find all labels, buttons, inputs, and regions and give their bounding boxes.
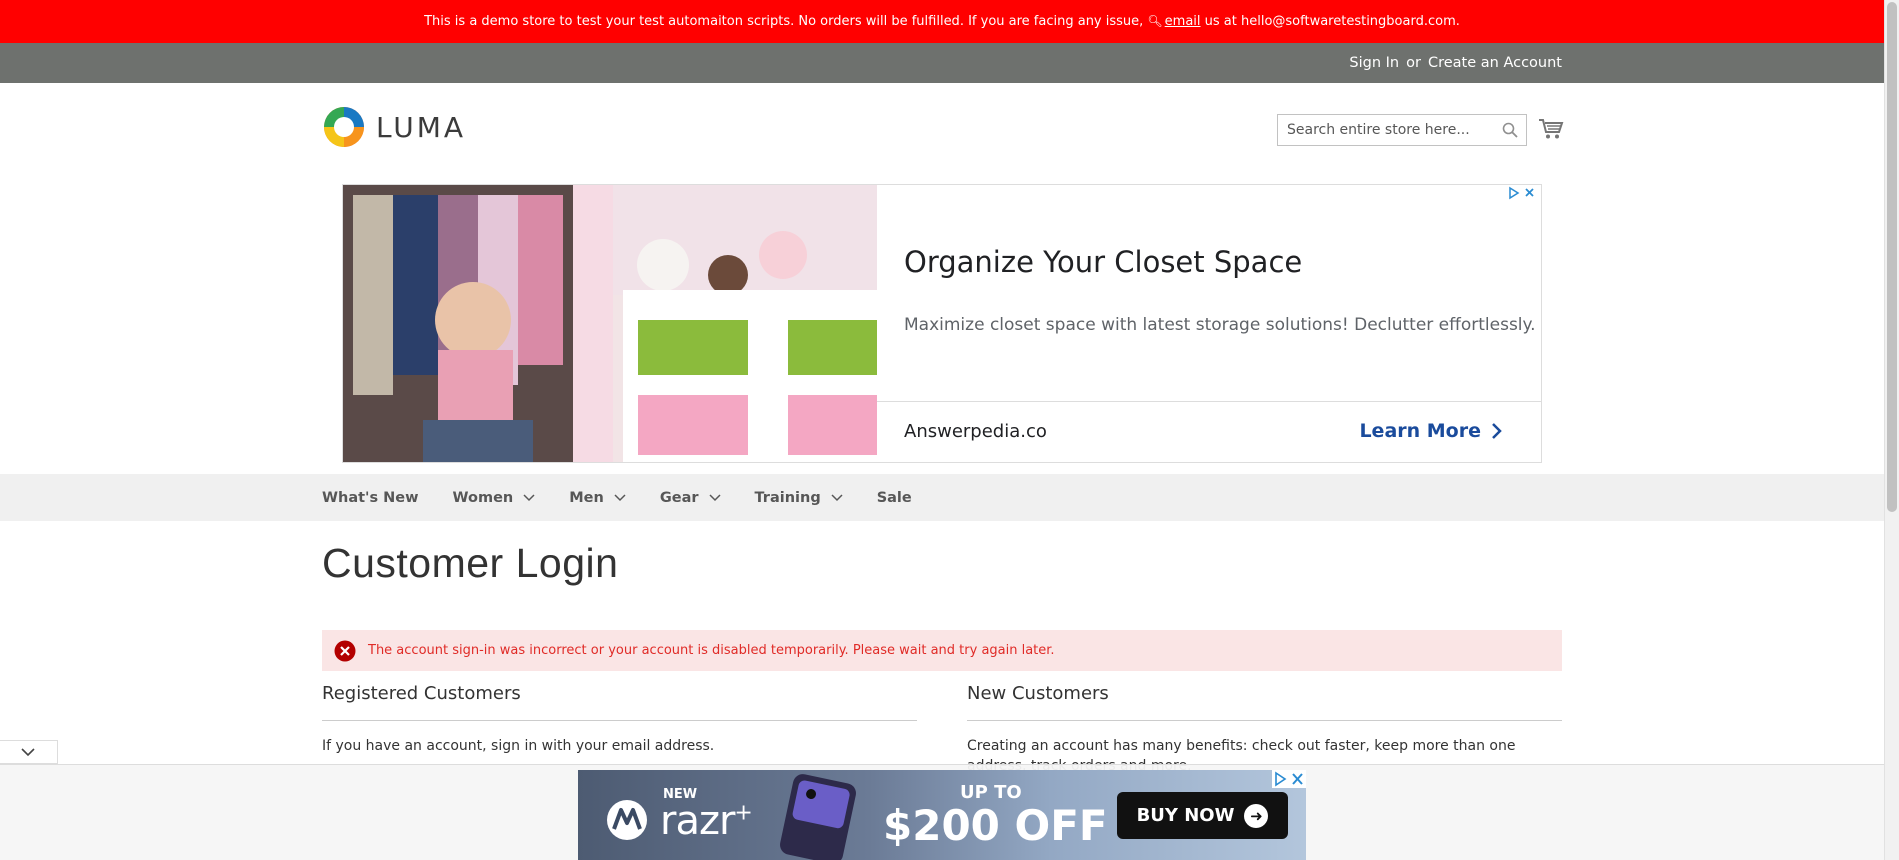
cart-icon[interactable] bbox=[1538, 116, 1564, 142]
scrollbar-thumb[interactable] bbox=[1887, 2, 1897, 512]
nav-item-whats-new[interactable]: What's New bbox=[322, 490, 419, 506]
demo-notice-text-before: This is a demo store to test your test a… bbox=[424, 14, 1148, 29]
demo-notice-bar: This is a demo store to test your test a… bbox=[0, 0, 1884, 43]
ad-domain[interactable]: Answerpedia.co bbox=[904, 421, 1047, 442]
new-customers-divider bbox=[967, 720, 1562, 721]
buy-now-button[interactable]: BUY NOW ➜ bbox=[1117, 792, 1288, 839]
main-navigation: What's New Women Men Gear Training Sale bbox=[0, 474, 1884, 521]
error-message-text: The account sign-in was incorrect or you… bbox=[368, 643, 1055, 658]
create-account-link[interactable]: Create an Account bbox=[1428, 55, 1562, 71]
error-icon bbox=[334, 640, 356, 661]
buy-now-label: BUY NOW bbox=[1136, 805, 1235, 826]
arrow-right-icon: ➜ bbox=[1244, 803, 1269, 828]
ad-collapse-toggle[interactable] bbox=[0, 740, 58, 764]
page-title: Customer Login bbox=[322, 540, 619, 586]
nav-item-training[interactable]: Training bbox=[755, 490, 843, 506]
ad-banner[interactable]: Organize Your Closet Space Maximize clos… bbox=[342, 184, 1542, 463]
email-link[interactable]: email bbox=[1165, 14, 1201, 29]
nav-label: Sale bbox=[876, 489, 912, 506]
nav-item-men[interactable]: Men bbox=[569, 490, 626, 506]
sign-in-link[interactable]: Sign In bbox=[1349, 55, 1399, 71]
bottom-ad-product: razr+ bbox=[660, 798, 753, 844]
ad-description: Maximize closet space with latest storag… bbox=[904, 315, 1536, 335]
chevron-down-icon bbox=[523, 493, 535, 501]
search-box bbox=[1277, 114, 1527, 146]
registered-customers-title: Registered Customers bbox=[322, 683, 521, 704]
chevron-down-icon bbox=[831, 493, 843, 501]
page-scrollbar[interactable] bbox=[1884, 0, 1899, 860]
adchoices-icon[interactable] bbox=[1272, 770, 1306, 788]
phone-image bbox=[780, 774, 856, 860]
nav-item-sale[interactable]: Sale bbox=[877, 490, 912, 506]
chevron-down-icon bbox=[614, 493, 626, 501]
logo-text: LUMA bbox=[376, 110, 467, 144]
bottom-ad-price: $200 OFF bbox=[883, 801, 1108, 850]
bottom-ad-product-plus: + bbox=[734, 800, 752, 826]
luma-logo[interactable]: LUMA bbox=[322, 104, 466, 150]
nav-item-gear[interactable]: Gear bbox=[660, 490, 721, 506]
registered-divider bbox=[322, 720, 917, 721]
nav-label: Women bbox=[452, 489, 514, 506]
chevron-right-icon bbox=[1492, 423, 1502, 439]
ad-cta-label: Learn More bbox=[1359, 420, 1481, 442]
or-separator: or bbox=[1406, 55, 1421, 71]
error-message: The account sign-in was incorrect or you… bbox=[322, 630, 1562, 671]
chevron-down-icon bbox=[708, 493, 721, 501]
ad-image[interactable] bbox=[343, 185, 877, 462]
registered-customers-text: If you have an account, sign in with you… bbox=[322, 738, 715, 754]
bottom-ad-up-to: UP TO bbox=[960, 782, 1022, 803]
search-input[interactable] bbox=[1278, 115, 1488, 145]
new-customers-title: New Customers bbox=[967, 683, 1109, 704]
adchoices-icon[interactable] bbox=[1507, 186, 1537, 203]
header-links: Sign In or Create an Account bbox=[1349, 43, 1562, 83]
nav-label: Men bbox=[569, 489, 604, 506]
luma-logo-icon bbox=[324, 107, 364, 147]
bottom-ad-product-name: razr bbox=[660, 798, 735, 844]
search-icon[interactable] bbox=[1502, 122, 1518, 138]
demo-notice-text-after: us at hello@softwaretestingboard.com. bbox=[1200, 14, 1460, 29]
nav-label: What's New bbox=[322, 489, 419, 506]
nav-label: Training bbox=[754, 489, 821, 506]
search-icon: 🔍︎ bbox=[1147, 14, 1163, 28]
nav-label: Gear bbox=[659, 489, 699, 506]
bottom-ad-banner[interactable]: NEW razr+ UP TO $200 OFF BUY NOW ➜ bbox=[578, 770, 1306, 860]
chevron-down-icon bbox=[21, 748, 35, 757]
panel-header: Sign In or Create an Account bbox=[0, 43, 1884, 83]
ad-title[interactable]: Organize Your Closet Space bbox=[904, 245, 1302, 279]
nav-item-women[interactable]: Women bbox=[453, 490, 536, 506]
ad-learn-more-button[interactable]: Learn More bbox=[1359, 420, 1503, 442]
motorola-logo-icon bbox=[607, 800, 647, 840]
ad-divider bbox=[877, 401, 1541, 402]
